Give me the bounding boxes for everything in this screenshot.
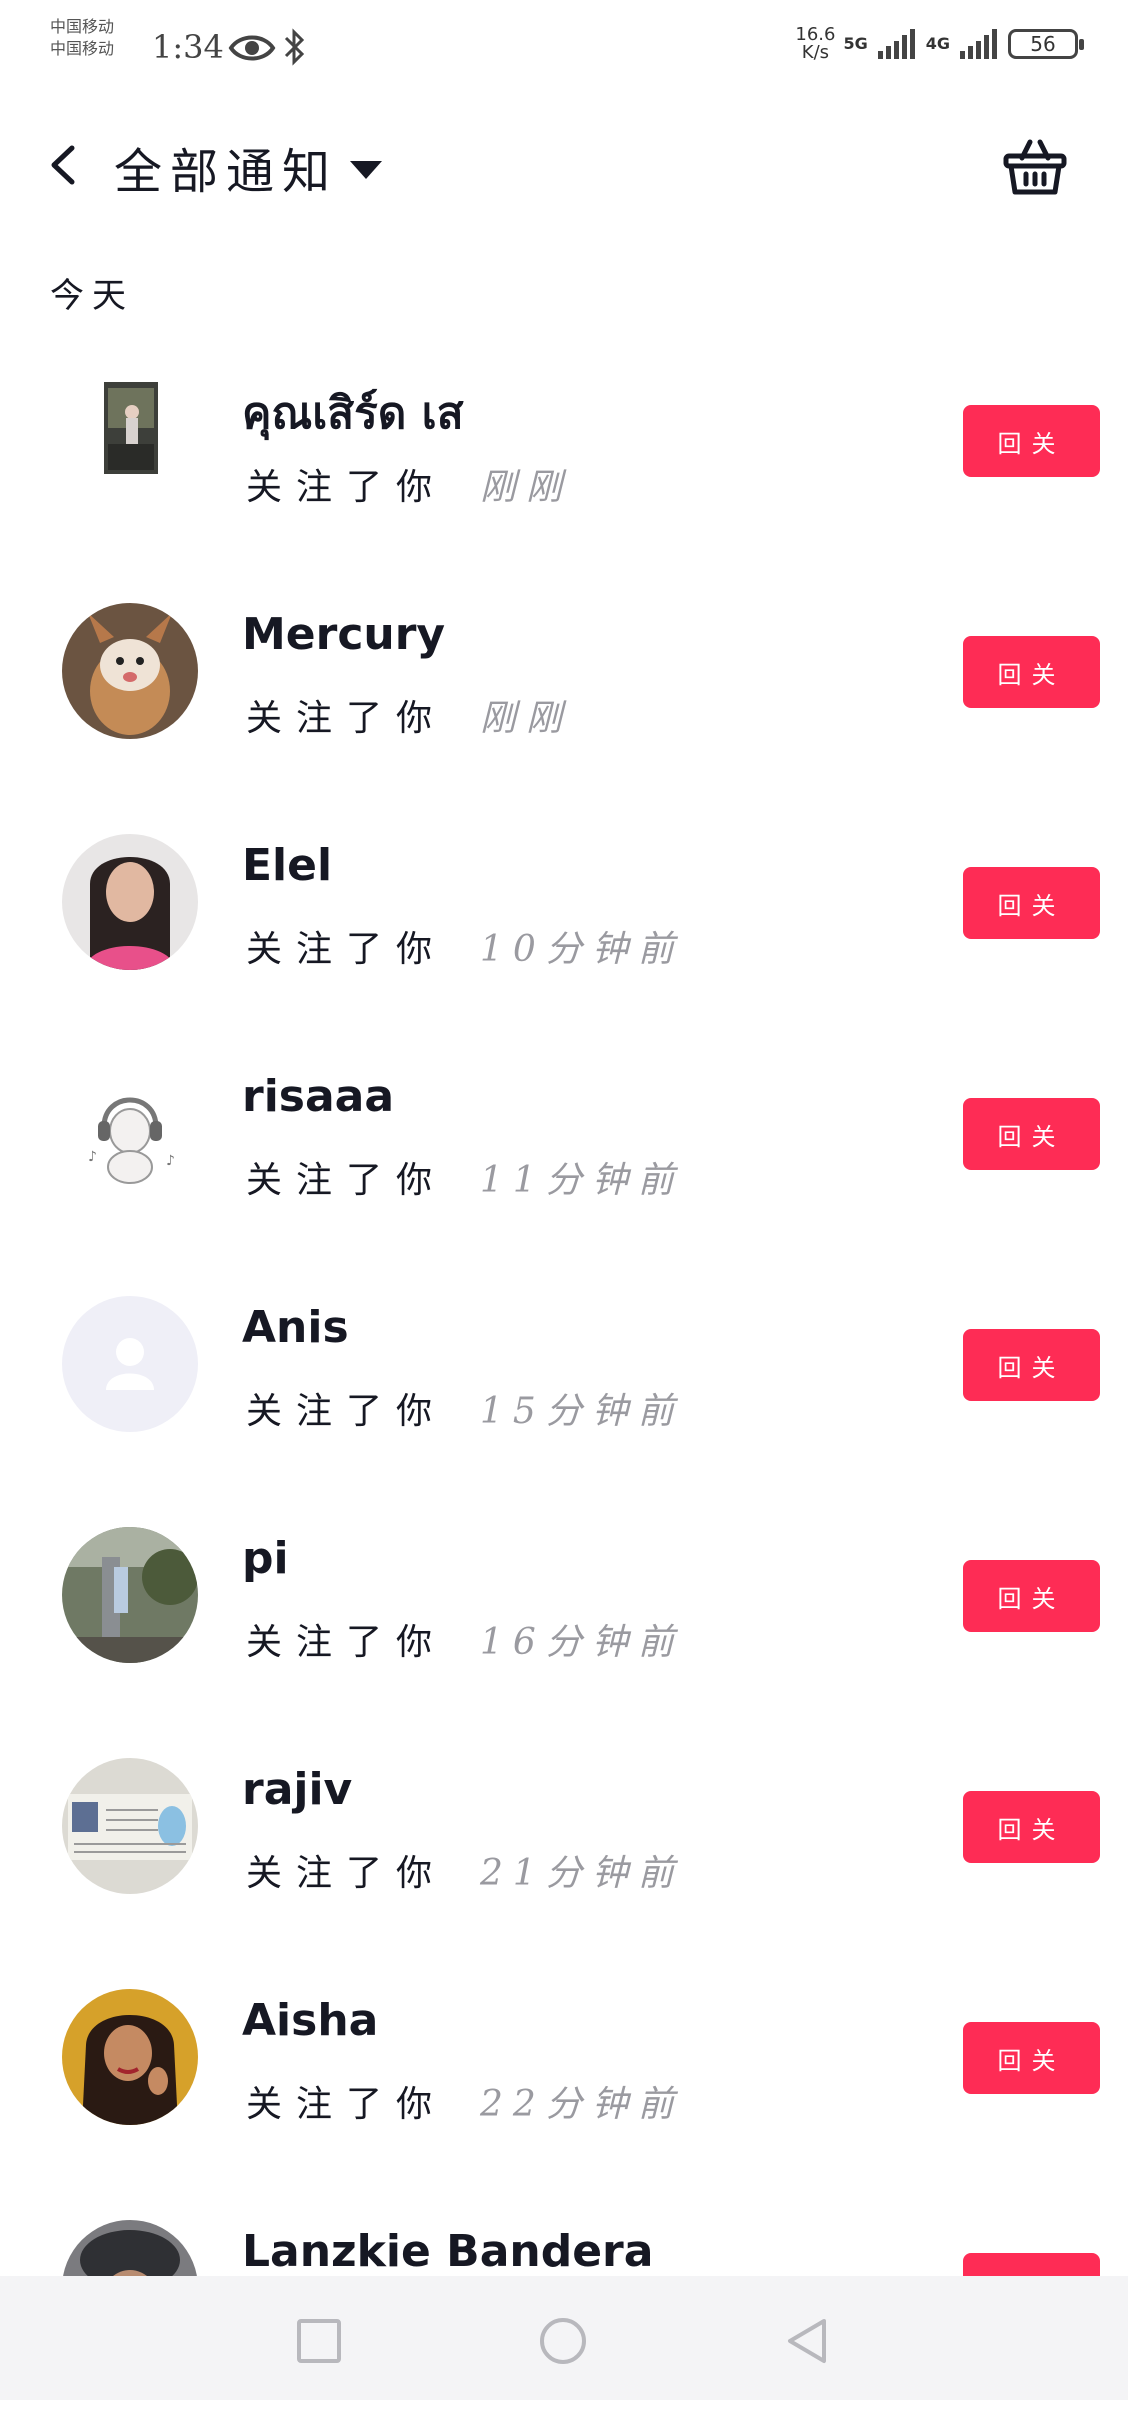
status-time: 1:34	[152, 28, 224, 66]
svg-text:♪: ♪	[166, 1153, 175, 1169]
action-text: 关注了你	[246, 1622, 447, 1663]
follow-back-button[interactable]: 回关	[963, 405, 1100, 477]
list-item[interactable]: Anis 关注了你 15分钟前 回关	[0, 1264, 1128, 1495]
timestamp: 10分钟前	[480, 929, 684, 970]
avatar[interactable]	[62, 603, 198, 739]
status-bar: 中国移动 中国移动 1:34 16.6 K/s 5G 4G 56	[0, 0, 1128, 100]
header: 全部通知	[0, 110, 1128, 220]
status-right: 16.6 K/s 5G 4G 56	[795, 26, 1084, 62]
notification-text: 关注了你 11分钟前	[246, 1151, 684, 1203]
basket-icon[interactable]	[1002, 136, 1068, 196]
avatar[interactable]	[62, 834, 198, 970]
speed-unit: K/s	[801, 42, 830, 63]
battery-indicator: 56	[1008, 29, 1084, 59]
follow-back-button[interactable]: 回关	[963, 2022, 1100, 2094]
avatar[interactable]	[62, 1758, 198, 1894]
action-text: 关注了你	[246, 698, 447, 739]
follow-back-button[interactable]: 回关	[963, 636, 1100, 708]
square-icon[interactable]	[294, 2316, 344, 2366]
avatar[interactable]	[62, 1527, 198, 1663]
notification-text: 关注了你 16分钟前	[246, 1613, 684, 1665]
notification-text: 关注了你 21分钟前	[246, 1844, 684, 1896]
timestamp: 刚刚	[480, 698, 573, 739]
timestamp: 15分钟前	[480, 1391, 684, 1432]
action-text: 关注了你	[246, 2084, 447, 2125]
caret-down-icon	[350, 161, 383, 179]
carrier-2: 中国移动	[50, 39, 115, 58]
list-item[interactable]: pi 关注了你 16分钟前 回关	[0, 1495, 1128, 1726]
timestamp: 22分钟前	[480, 2084, 684, 2125]
notification-text: 关注了你 22分钟前	[246, 2075, 684, 2127]
avatar[interactable]: ♪ ♪	[62, 1065, 198, 1201]
section-label-today: 今天	[50, 276, 134, 316]
system-nav-bar	[0, 2276, 1128, 2400]
user-name[interactable]: Mercury	[242, 609, 445, 660]
list-item[interactable]: Aisha 关注了你 22分钟前 回关	[0, 1957, 1128, 2188]
user-name[interactable]: pi	[242, 1533, 289, 1584]
timestamp: 16分钟前	[480, 1622, 684, 1663]
list-item[interactable]: Elel 关注了你 10分钟前 回关	[0, 802, 1128, 1033]
list-item[interactable]: คุณเสิร์ด เส 关注了你 刚刚 回关	[0, 340, 1128, 571]
follow-back-button[interactable]: 回关	[963, 867, 1100, 939]
notification-text: 关注了你 15分钟前	[246, 1382, 684, 1434]
action-text: 关注了你	[246, 1391, 447, 1432]
eye-icon	[228, 35, 276, 61]
timestamp: 21分钟前	[480, 1853, 684, 1894]
notification-text: 关注了你 刚刚	[246, 689, 572, 741]
network-type-2: 4G	[925, 34, 950, 53]
user-name[interactable]: Anis	[242, 1302, 349, 1353]
action-text: 关注了你	[246, 1853, 447, 1894]
follow-back-button[interactable]: 回关	[963, 1791, 1100, 1863]
network-type-1: 5G	[843, 34, 868, 53]
page-title: 全部通知	[114, 144, 339, 200]
user-name[interactable]: Elel	[242, 840, 332, 891]
circle-icon[interactable]	[538, 2316, 588, 2366]
timestamp: 刚刚	[480, 467, 573, 508]
signal-icon	[877, 29, 915, 59]
follow-back-button[interactable]: 回关	[963, 1098, 1100, 1170]
follow-back-button[interactable]: 回关	[963, 1560, 1100, 1632]
chevron-left-icon[interactable]	[40, 140, 90, 190]
notification-text: 关注了你 刚刚	[246, 458, 572, 510]
notification-text: 关注了你 10分钟前	[246, 920, 684, 972]
signal-icon	[960, 29, 997, 59]
avatar[interactable]	[62, 372, 198, 508]
follow-back-button[interactable]: 回关	[963, 1329, 1100, 1401]
triangle-back-icon[interactable]	[782, 2316, 832, 2366]
action-text: 关注了你	[246, 929, 447, 970]
user-name[interactable]: คุณเสิร์ด เส	[242, 378, 464, 448]
list-item[interactable]: rajiv 关注了你 21分钟前 回关	[0, 1726, 1128, 1957]
notification-list: คุณเสิร์ด เส 关注了你 刚刚 回关 Mercury 关注了你 刚刚 …	[0, 340, 1128, 2419]
default-user-icon	[62, 1296, 198, 1432]
avatar-placeholder[interactable]	[62, 1296, 198, 1432]
bluetooth-icon	[284, 28, 305, 66]
action-text: 关注了你	[246, 1160, 447, 1201]
action-text: 关注了你	[246, 467, 447, 508]
user-name[interactable]: Aisha	[242, 1995, 378, 2046]
svg-text:♪: ♪	[88, 1149, 97, 1165]
carrier-labels: 中国移动 中国移动	[50, 16, 114, 60]
notification-filter-dropdown[interactable]: 全部通知	[114, 132, 383, 202]
carrier-1: 中国移动	[50, 17, 115, 36]
timestamp: 11分钟前	[480, 1160, 684, 1201]
user-name[interactable]: Lanzkie Bandera	[242, 2226, 653, 2277]
list-item[interactable]: Mercury 关注了你 刚刚 回关	[0, 571, 1128, 802]
network-speed: 16.6 K/s	[795, 26, 835, 62]
user-name[interactable]: risaaa	[242, 1071, 394, 1122]
list-item[interactable]: ♪ ♪ risaaa 关注了你 11分钟前 回关	[0, 1033, 1128, 1264]
avatar[interactable]	[62, 1989, 198, 2125]
user-name[interactable]: rajiv	[242, 1764, 352, 1815]
